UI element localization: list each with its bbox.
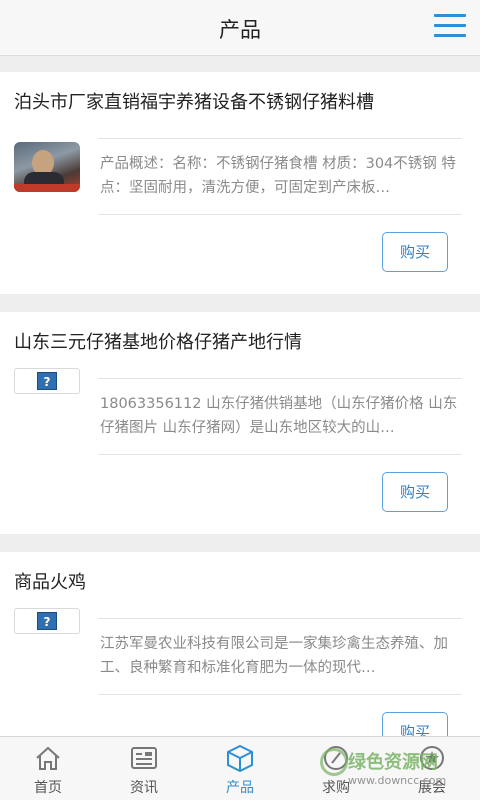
tab-exhibition[interactable]: 展会 bbox=[384, 737, 480, 800]
top-bar: 产品 bbox=[0, 0, 480, 56]
purchase-icon bbox=[324, 746, 348, 770]
page-title: 产品 bbox=[219, 18, 261, 42]
divider bbox=[98, 378, 462, 379]
tab-label: 资讯 bbox=[130, 780, 158, 796]
product-thumbnail[interactable] bbox=[14, 142, 80, 192]
cube-icon bbox=[227, 744, 253, 773]
product-description: 江苏军曼农业科技有限公司是一家集珍禽生态养殖、加工、良种繁育和标准化育肥为一体的… bbox=[100, 636, 448, 676]
home-icon bbox=[36, 746, 60, 770]
tab-news[interactable]: 资讯 bbox=[96, 737, 192, 800]
tab-label: 展会 bbox=[418, 780, 446, 796]
news-icon bbox=[131, 747, 157, 769]
buy-button[interactable]: 购买 bbox=[382, 712, 448, 736]
divider bbox=[98, 138, 462, 139]
exhibition-icon bbox=[420, 746, 444, 770]
buy-button[interactable]: 购买 bbox=[382, 472, 448, 512]
bottom-tab-bar: 首页 资讯 产品 求购 展会 bbox=[0, 736, 480, 800]
product-title[interactable]: 泊头市厂家直销福宇养猪设备不锈钢仔猪料槽 bbox=[14, 88, 374, 114]
product-card[interactable]: 商品火鸡 ? 江苏军曼农业科技有限公司是一家集珍禽生态养殖、加工、良种繁育和标准… bbox=[0, 552, 480, 736]
product-description: 产品概述：名称：不锈钢仔猪食槽 材质：304不锈钢 特点：坚固耐用，清洗方便，可… bbox=[100, 156, 456, 196]
product-title[interactable]: 商品火鸡 bbox=[14, 568, 86, 594]
divider bbox=[98, 618, 462, 619]
product-description: 18063356112 山东仔猪供销基地（山东仔猪价格 山东仔猪图片 山东仔猪网… bbox=[100, 396, 458, 436]
tab-products[interactable]: 产品 bbox=[192, 737, 288, 800]
divider bbox=[98, 694, 462, 695]
image-placeholder-icon[interactable]: ? bbox=[14, 608, 80, 634]
product-card[interactable]: 泊头市厂家直销福宇养猪设备不锈钢仔猪料槽 产品概述：名称：不锈钢仔猪食槽 材质：… bbox=[0, 72, 480, 294]
product-card[interactable]: 山东三元仔猪基地价格仔猪产地行情 ? 18063356112 山东仔猪供销基地（… bbox=[0, 312, 480, 534]
tab-label: 产品 bbox=[226, 780, 254, 796]
product-list[interactable]: 泊头市厂家直销福宇养猪设备不锈钢仔猪料槽 产品概述：名称：不锈钢仔猪食槽 材质：… bbox=[0, 56, 480, 736]
image-placeholder-icon[interactable]: ? bbox=[14, 368, 80, 394]
tab-purchase[interactable]: 求购 bbox=[288, 737, 384, 800]
buy-button[interactable]: 购买 bbox=[382, 232, 448, 272]
menu-icon[interactable] bbox=[434, 14, 466, 40]
tab-home[interactable]: 首页 bbox=[0, 737, 96, 800]
tab-label: 首页 bbox=[34, 780, 62, 796]
divider bbox=[98, 214, 462, 215]
divider bbox=[98, 454, 462, 455]
product-title[interactable]: 山东三元仔猪基地价格仔猪产地行情 bbox=[14, 328, 302, 354]
tab-label: 求购 bbox=[322, 780, 350, 796]
